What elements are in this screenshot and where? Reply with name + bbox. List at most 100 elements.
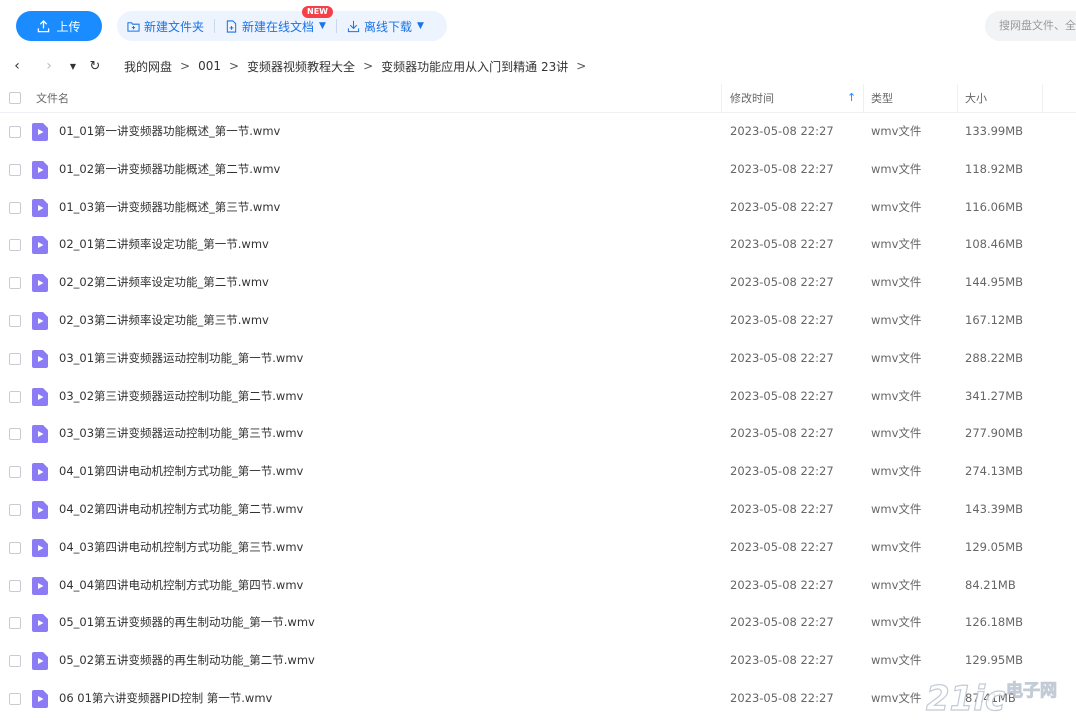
row-checkbox[interactable] (9, 655, 21, 668)
table-row[interactable]: 02_03第二讲频率设定功能_第三节.wmv 2023-05-08 22:27 wm… (0, 302, 1076, 340)
table-row[interactable]: 03_03第三讲变频器运动控制功能_第三节.wmv 2023-05-08 22:2… (0, 415, 1076, 453)
table-row[interactable]: 02_01第二讲频率设定功能_第一节.wmv 2023-05-08 22:27 wm… (0, 226, 1076, 264)
file-modified-time: 2023-05-08 22:27 (730, 275, 834, 290)
toolbar-actions: 新建文件夹 新建在线文档 ▼ 离线下载 ▼ NEW (117, 6, 447, 41)
back-icon[interactable]: ‹ (6, 55, 28, 77)
breadcrumb-item[interactable]: 我的网盘 (120, 58, 176, 75)
file-size: 341.27MB (965, 388, 1024, 403)
row-checkbox[interactable] (9, 314, 21, 327)
file-size: 274.13MB (965, 464, 1024, 479)
column-header-size[interactable]: 大小 (965, 84, 987, 113)
column-header-name[interactable]: 文件名 (36, 84, 69, 113)
sort-ascending-icon[interactable]: ↑ (847, 91, 856, 104)
breadcrumb-separator-icon: > (180, 59, 191, 73)
new-folder-button[interactable]: 新建文件夹 (117, 11, 214, 41)
column-header-type[interactable]: 类型 (871, 84, 893, 113)
watermark-logo: 21ic 电子网 (925, 678, 1057, 716)
table-row[interactable]: 05_01第五讲变频器的再生制动功能_第一节.wmv 2023-05-08 22:… (0, 604, 1076, 642)
video-file-icon (32, 236, 48, 255)
row-checkbox[interactable] (9, 428, 21, 441)
row-checkbox[interactable] (9, 617, 21, 630)
upload-button[interactable]: 上传 (16, 11, 102, 41)
file-type: wmv文件 (871, 161, 922, 176)
column-header-modified[interactable]: 修改时间 (730, 84, 774, 113)
file-name[interactable]: 04_03第四讲电动机控制方式功能_第三节.wmv (59, 529, 303, 567)
table-row[interactable]: 06 01第六讲变频器PID控制 第一节.wmv 2023-05-08 22:27… (0, 680, 1076, 718)
row-checkbox[interactable] (9, 163, 21, 176)
video-file-icon (32, 538, 48, 557)
breadcrumb: 我的网盘 > 001 > 变频器视频教程大全 > 变频器功能应用从入门到精通 2… (120, 58, 590, 75)
row-checkbox[interactable] (9, 126, 21, 138)
table-row[interactable]: 03_01第三讲变频器运动控制功能_第一节.wmv 2023-05-08 22:2… (0, 340, 1076, 378)
file-modified-time: 2023-05-08 22:27 (730, 690, 834, 705)
table-row[interactable]: 04_02第四讲电动机控制方式功能_第二节.wmv 2023-05-08 22:2… (0, 491, 1076, 529)
file-name[interactable]: 04_02第四讲电动机控制方式功能_第二节.wmv (59, 491, 303, 529)
file-name[interactable]: 02_02第二讲频率设定功能_第二节.wmv (59, 264, 269, 302)
row-checkbox[interactable] (9, 201, 21, 214)
file-name[interactable]: 01_02第一讲变频器功能概述_第二节.wmv (59, 151, 280, 189)
row-checkbox[interactable] (9, 579, 21, 592)
row-checkbox[interactable] (9, 503, 21, 516)
file-name[interactable]: 04_04第四讲电动机控制方式功能_第四节.wmv (59, 567, 303, 605)
file-type: wmv文件 (871, 124, 922, 138)
search-input[interactable]: 搜网盘文件、全 (985, 11, 1076, 41)
history-dropdown-icon[interactable]: ▼ (62, 55, 84, 77)
table-row[interactable]: 01_02第一讲变频器功能概述_第二节.wmv 2023-05-08 22:27 w… (0, 151, 1076, 189)
table-row[interactable]: 02_02第二讲频率设定功能_第二节.wmv 2023-05-08 22:27 wm… (0, 264, 1076, 302)
table-row[interactable]: 04_03第四讲电动机控制方式功能_第三节.wmv 2023-05-08 22:2… (0, 529, 1076, 567)
row-checkbox[interactable] (9, 541, 21, 554)
breadcrumb-separator-icon: > (576, 59, 587, 73)
breadcrumb-item[interactable]: 变频器视频教程大全 (243, 58, 359, 75)
row-checkbox[interactable] (9, 692, 21, 705)
row-checkbox[interactable] (9, 466, 21, 479)
video-file-icon (32, 198, 48, 217)
table-row[interactable]: 01_03第一讲变频器功能概述_第三节.wmv 2023-05-08 22:27 w… (0, 189, 1076, 227)
table-row[interactable]: 04_01第四讲电动机控制方式功能_第一节.wmv 2023-05-08 22:2… (0, 453, 1076, 491)
file-modified-time: 2023-05-08 22:27 (730, 501, 834, 516)
refresh-icon[interactable]: ↻ (84, 55, 106, 77)
upload-label: 上传 (56, 19, 81, 34)
file-size: 126.18MB (965, 615, 1024, 630)
breadcrumb-item[interactable]: 001 (194, 59, 225, 73)
file-name[interactable]: 02_03第二讲频率设定功能_第三节.wmv (59, 302, 269, 340)
file-modified-time: 2023-05-08 22:27 (730, 539, 834, 554)
file-name[interactable]: 01_03第一讲变频器功能概述_第三节.wmv (59, 189, 280, 227)
video-file-icon (32, 463, 48, 482)
chevron-down-icon: ▼ (416, 21, 424, 31)
file-modified-time: 2023-05-08 22:27 (730, 577, 834, 592)
file-type: wmv文件 (871, 426, 922, 441)
video-file-icon (32, 576, 48, 595)
file-name[interactable]: 04_01第四讲电动机控制方式功能_第一节.wmv (59, 453, 303, 491)
select-all-checkbox[interactable] (9, 92, 21, 104)
offline-download-label: 离线下载 (363, 19, 412, 34)
table-row[interactable]: 04_04第四讲电动机控制方式功能_第四节.wmv 2023-05-08 22:2… (0, 567, 1076, 605)
row-checkbox[interactable] (9, 352, 21, 365)
column-divider (721, 84, 722, 113)
svg-text:21ic: 21ic (926, 679, 1005, 716)
file-name[interactable]: 05_01第五讲变频器的再生制动功能_第一节.wmv (59, 604, 315, 642)
breadcrumb-item[interactable]: 变频器功能应用从入门到精通 23讲 (377, 58, 572, 75)
row-checkbox[interactable] (9, 277, 21, 290)
table-row[interactable]: 05_02第五讲变频器的再生制动功能_第二节.wmv 2023-05-08 22:… (0, 642, 1076, 680)
file-name[interactable]: 03_03第三讲变频器运动控制功能_第三节.wmv (59, 415, 303, 453)
file-name[interactable]: 05_02第五讲变频器的再生制动功能_第二节.wmv (59, 642, 315, 680)
row-checkbox[interactable] (9, 239, 21, 252)
file-type: wmv文件 (871, 237, 922, 252)
file-name[interactable]: 01_01第一讲变频器功能概述_第一节.wmv (59, 113, 280, 151)
file-size: 143.39MB (965, 501, 1024, 516)
file-type: wmv文件 (871, 653, 922, 668)
file-name[interactable]: 06 01第六讲变频器PID控制 第一节.wmv (59, 680, 272, 718)
navigation-bar: ‹ › ▼ ↻ 我的网盘 > 001 > 变频器视频教程大全 > 变频器功能应用… (0, 50, 1076, 82)
table-row[interactable]: 03_02第三讲变频器运动控制功能_第二节.wmv 2023-05-08 22:2… (0, 378, 1076, 416)
new-folder-label: 新建文件夹 (144, 19, 205, 34)
file-name[interactable]: 03_02第三讲变频器运动控制功能_第二节.wmv (59, 378, 303, 416)
table-row[interactable]: 01_01第一讲变频器功能概述_第一节.wmv 2023-05-08 22:27 w… (0, 113, 1076, 151)
file-modified-time: 2023-05-08 22:27 (730, 653, 834, 668)
video-file-icon (32, 387, 48, 406)
offline-download-button[interactable]: 离线下载 ▼ (337, 11, 434, 41)
forward-icon[interactable]: › (38, 55, 60, 77)
file-name[interactable]: 02_01第二讲频率设定功能_第一节.wmv (59, 226, 269, 264)
file-size: 129.05MB (965, 539, 1024, 554)
row-checkbox[interactable] (9, 390, 21, 403)
file-name[interactable]: 03_01第三讲变频器运动控制功能_第一节.wmv (59, 340, 303, 378)
